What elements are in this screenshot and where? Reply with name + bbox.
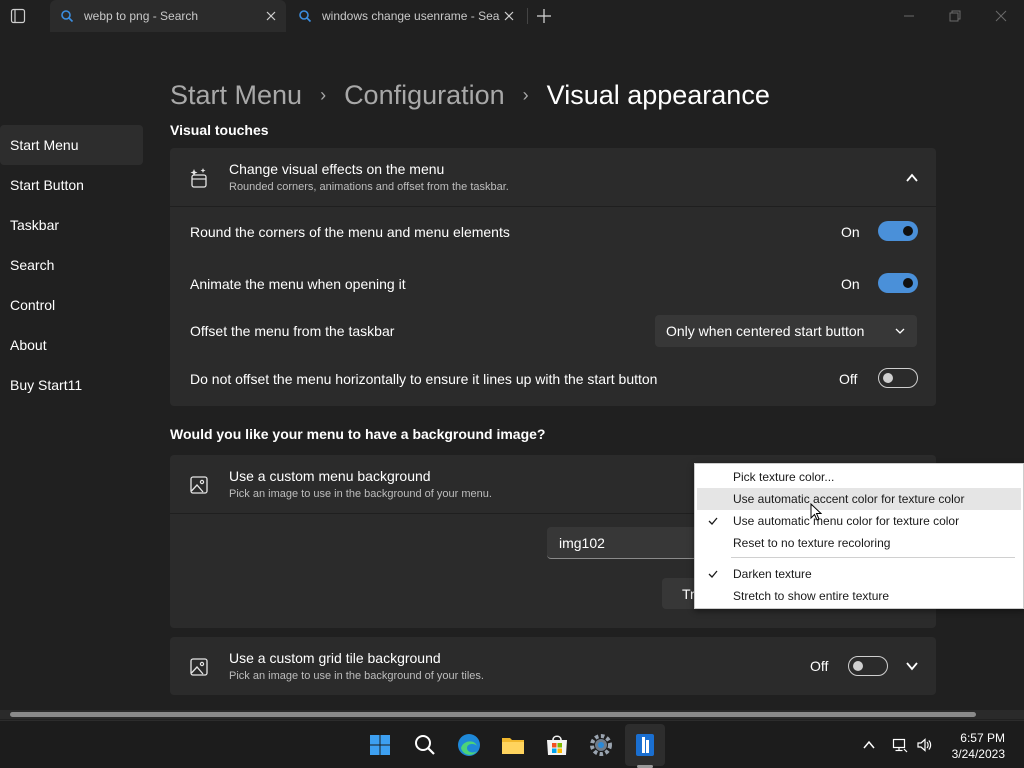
edge-browser-icon[interactable] xyxy=(455,731,483,759)
animate-menu-toggle[interactable] xyxy=(878,273,918,293)
grid-tile-toggle[interactable] xyxy=(848,656,888,676)
no-horizontal-offset-label: Do not offset the menu horizontally to e… xyxy=(190,371,658,387)
breadcrumb-configuration[interactable]: Configuration xyxy=(344,80,505,111)
clock-date: 3/24/2023 xyxy=(951,747,1005,761)
browser-tab-webp-search[interactable]: webp to png - Search xyxy=(50,0,286,32)
animate-menu-state: On xyxy=(841,276,860,292)
start11-app-icon[interactable] xyxy=(631,731,659,759)
menu-item-label: Reset to no texture recoloring xyxy=(733,536,891,550)
taskbar: 6:57 PM 3/24/2023 xyxy=(0,720,1024,768)
tab-separator xyxy=(527,8,528,24)
breadcrumb-chevron-icon: › xyxy=(522,85,529,105)
tab-label: webp to png - Search xyxy=(84,9,199,23)
card-title: Change visual effects on the menu xyxy=(229,161,445,177)
section-title-background-question: Would you like your menu to have a backg… xyxy=(170,426,546,442)
offset-menu-dropdown[interactable]: Only when centered start button xyxy=(655,315,917,347)
system-clock[interactable]: 6:57 PM 3/24/2023 xyxy=(952,730,1005,762)
round-corners-label: Round the corners of the menu and menu e… xyxy=(190,224,510,240)
windows-start-icon[interactable] xyxy=(366,731,394,759)
microsoft-store-icon[interactable] xyxy=(543,731,571,759)
card-title: Use a custom menu background xyxy=(229,468,431,484)
sidebar-item-search[interactable]: Search xyxy=(0,245,143,285)
menu-item-pick-texture-color[interactable]: Pick texture color... xyxy=(697,466,1021,488)
menu-item-label: Stretch to show entire texture xyxy=(733,589,890,603)
scrollbar-thumb[interactable] xyxy=(10,712,976,717)
clock-time: 6:57 PM xyxy=(960,731,1005,745)
menu-item-darken-texture[interactable]: Darken texture xyxy=(697,563,1021,585)
menu-item-stretch-texture[interactable]: Stretch to show entire texture xyxy=(697,585,1021,607)
visual-effects-header[interactable]: Change visual effects on the menu Rounde… xyxy=(170,148,936,206)
image-icon xyxy=(190,658,208,676)
card-subtitle: Pick an image to use in the background o… xyxy=(229,488,492,500)
tab-actions-icon[interactable] xyxy=(10,8,26,24)
image-icon xyxy=(190,476,208,494)
search-icon[interactable] xyxy=(411,731,439,759)
card-title: Use a custom grid tile background xyxy=(229,650,441,666)
horizontal-scrollbar[interactable] xyxy=(0,710,1024,719)
mouse-cursor-icon xyxy=(810,503,822,521)
chevron-down-icon xyxy=(895,328,905,334)
restore-icon[interactable] xyxy=(948,9,962,23)
sidebar-item-control[interactable]: Control xyxy=(0,285,143,325)
bing-search-icon xyxy=(299,10,312,23)
browser-tab-bar: webp to png - Search windows change usen… xyxy=(0,0,1024,32)
sidebar-item-taskbar[interactable]: Taskbar xyxy=(0,205,143,245)
menu-item-automatic-accent-color[interactable]: Use automatic accent color for texture c… xyxy=(697,488,1021,510)
breadcrumb: Start Menu › Configuration › Visual appe… xyxy=(170,80,770,111)
menu-separator xyxy=(731,557,1015,558)
offset-menu-label: Offset the menu from the taskbar xyxy=(190,323,395,339)
page-title: Visual appearance xyxy=(546,80,770,110)
card-subtitle: Rounded corners, animations and offset f… xyxy=(229,181,509,193)
grid-tile-header[interactable]: Use a custom grid tile background Pick a… xyxy=(170,637,936,695)
bing-search-icon xyxy=(61,10,74,23)
divider xyxy=(170,206,936,207)
sparkle-menu-icon xyxy=(190,168,207,188)
file-explorer-icon[interactable] xyxy=(499,731,527,759)
tab-label: windows change usenrame - Sea xyxy=(322,9,500,23)
sidebar-item-buy-start11[interactable]: Buy Start11 xyxy=(0,365,143,405)
checkmark-icon xyxy=(708,517,718,525)
round-corners-state: On xyxy=(841,224,860,240)
new-tab-plus-icon[interactable] xyxy=(535,7,553,25)
network-icon[interactable] xyxy=(892,737,908,753)
menu-item-label: Use automatic accent color for texture c… xyxy=(733,492,965,506)
chevron-up-icon[interactable] xyxy=(861,737,877,753)
volume-icon[interactable] xyxy=(916,737,932,753)
close-tab-icon[interactable] xyxy=(502,9,516,23)
section-title-visual-touches: Visual touches xyxy=(170,122,269,138)
animate-menu-label: Animate the menu when opening it xyxy=(190,276,406,292)
texture-context-menu: Pick texture color... Use automatic acce… xyxy=(694,463,1024,609)
no-horizontal-offset-toggle[interactable] xyxy=(878,368,918,388)
sidebar-item-start-menu[interactable]: Start Menu xyxy=(0,125,143,165)
sidebar-item-about[interactable]: About xyxy=(0,325,143,365)
breadcrumb-start-menu[interactable]: Start Menu xyxy=(170,80,302,111)
grid-tile-state: Off xyxy=(810,658,829,674)
chevron-up-icon[interactable] xyxy=(905,171,919,185)
sidebar-nav: Start Menu Start Button Taskbar Search C… xyxy=(0,125,143,405)
sidebar-item-start-button[interactable]: Start Button xyxy=(0,165,143,205)
visual-effects-card: Change visual effects on the menu Rounde… xyxy=(170,148,936,406)
checkmark-icon xyxy=(708,570,718,578)
menu-item-reset-texture[interactable]: Reset to no texture recoloring xyxy=(697,532,1021,554)
menu-item-label: Darken texture xyxy=(733,567,812,581)
background-image-input[interactable]: img102 xyxy=(547,527,707,559)
close-tab-icon[interactable] xyxy=(264,9,278,23)
close-window-icon[interactable] xyxy=(994,9,1008,23)
breadcrumb-chevron-icon: › xyxy=(320,85,327,105)
settings-gear-icon[interactable] xyxy=(587,731,615,759)
grid-tile-background-card: Use a custom grid tile background Pick a… xyxy=(170,637,936,695)
dropdown-value: Only when centered start button xyxy=(666,323,865,339)
menu-item-automatic-menu-color[interactable]: Use automatic menu color for texture col… xyxy=(697,510,1021,532)
chevron-down-icon[interactable] xyxy=(905,659,919,673)
menu-item-label: Pick texture color... xyxy=(733,470,835,484)
card-subtitle: Pick an image to use in the background o… xyxy=(229,670,484,682)
round-corners-toggle[interactable] xyxy=(878,221,918,241)
minimize-icon[interactable] xyxy=(902,9,916,23)
browser-tab-windows-username[interactable]: windows change usenrame - Sea xyxy=(290,0,522,32)
no-horizontal-offset-state: Off xyxy=(839,371,858,387)
menu-item-label: Use automatic menu color for texture col… xyxy=(733,514,960,528)
